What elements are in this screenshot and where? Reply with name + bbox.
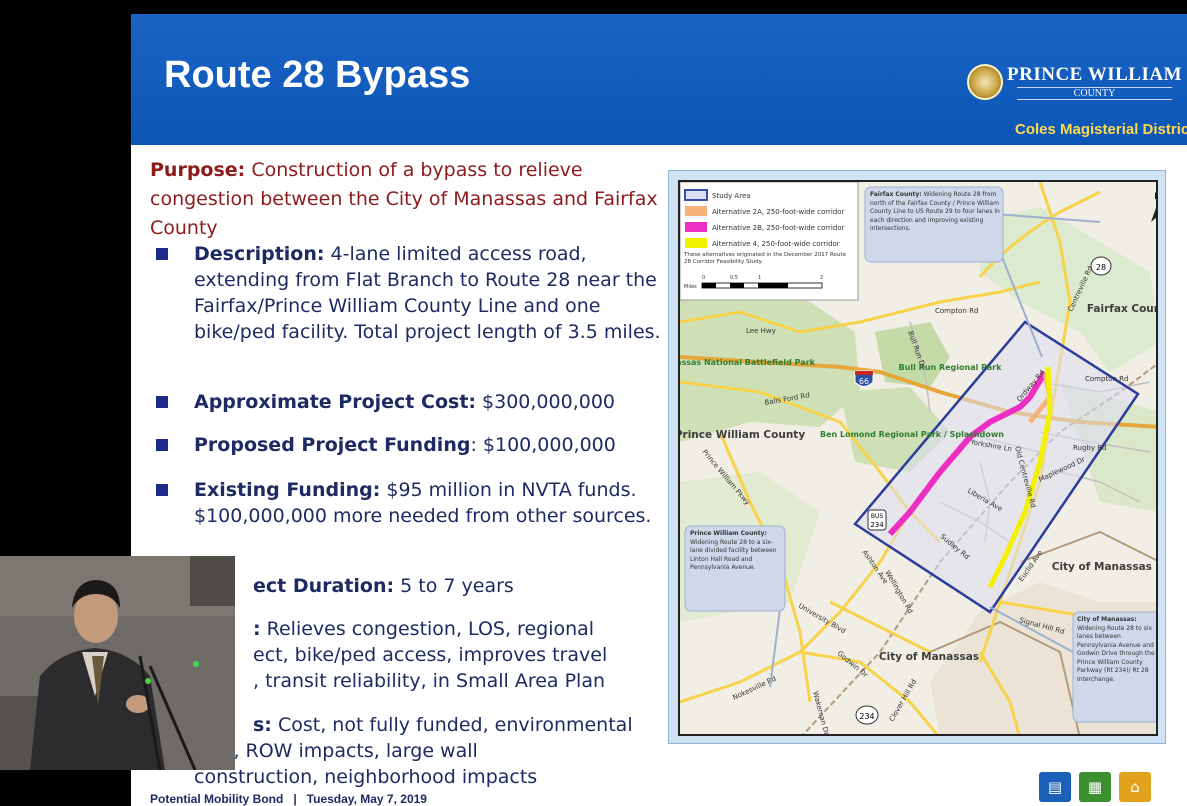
scale-tick: 1 [758,275,761,281]
callout-manassas: City of Manassas: Widening Route 28 to s… [1077,616,1155,683]
legend-item: Alternative 2B, 250-foot-wide corridor [712,224,845,232]
legend-item: Study Area [712,192,751,200]
rugby-label: Rugby Rd [1073,444,1107,452]
logo-sub: COUNTY [1017,87,1173,100]
purpose-label: Purpose: [150,159,246,181]
bullet-square-icon [156,248,168,260]
presenter-video [0,556,235,770]
bullet-label: Proposed Project Funding [194,434,471,456]
bullet-square-icon [156,484,168,496]
callout-fairfax: Fairfax County: Widening Route 28 from n… [870,191,1000,232]
logo-name: PRINCE WILLIAM [1007,64,1183,85]
route-234-shield-label: 234 [859,712,874,721]
bullet-label: s: [253,714,272,736]
slide: Route 28 Bypass PRINCE WILLIAM COUNTY Co… [131,14,1187,806]
bullet-label: Existing Funding: [194,479,381,501]
spreadsheet-icon: ▦ [1079,772,1111,802]
bullet-square-icon [156,396,168,408]
county-logo: PRINCE WILLIAM COUNTY [967,64,1182,100]
bus-label: BUS [871,513,884,520]
manassas-city-label: City of Manassas [879,651,979,663]
legend-item: Alternative 2A, 250-foot-wide corridor [712,208,845,216]
transit-bus-icon: ▤ [1039,772,1071,802]
battlefield-label: Manassas National Battlefield Park [680,358,816,367]
county-seal-icon [967,64,1003,100]
district-label: Coles Magisterial District [1015,121,1187,138]
bullet-text: : $100,000,000 [470,434,616,456]
scale-tick: 0 [702,275,705,281]
purpose-text: Purpose: Construction of a bypass to rel… [150,156,670,243]
bullet-label: Description: [194,243,325,265]
fairfax-county-label: Fairfax County [1087,303,1158,315]
scale-tick: 2 [820,275,823,281]
scale-unit: Miles [684,284,697,290]
map-figure: 66 28 BUS 234 234 Fairfax County [668,170,1166,744]
legend-item: Alternative 4, 250-foot-wide corridor [712,240,840,248]
bullet-label: : [253,618,261,640]
government-building-icon: ⌂ [1119,772,1151,802]
bullet-label: ect Duration: [253,575,395,597]
bull-run-label: Bull Run Regional Park [899,363,1003,372]
slide-title: Route 28 Bypass [164,54,471,96]
prince-william-label: Prince William County [680,429,805,441]
legend-note: These alternatives originated in the Dec… [684,252,846,265]
bus-234-shield-label: 234 [870,521,884,529]
map-legend: Study Area Alternative 2A, 250-foot-wide… [680,182,859,301]
bullet-text: $300,000,000 [476,391,616,413]
route-28-shield-label: 28 [1096,263,1106,272]
bullet-square-icon [156,439,168,451]
compton-rd-label: Compton Rd [935,307,978,315]
north-label: N [1154,192,1158,202]
route-28-map: 66 28 BUS 234 234 Fairfax County [678,180,1158,736]
ben-lomond-label: Ben Lomond Regional Park / Splashdown [820,430,1004,439]
footer-icons: ▤ ▦ ⌂ [1039,772,1151,802]
title-banner: Route 28 Bypass PRINCE WILLIAM COUNTY Co… [131,14,1187,145]
footer-text: Potential Mobility Bond | Tuesday, May 7… [150,792,427,806]
scale-tick: 0.5 [730,275,738,281]
manassas-park-label: City of Manassas Park [1052,561,1158,573]
lee-hwy-label: Lee Hwy [746,327,776,335]
bullet-text: 5 to 7 years [394,575,514,597]
i66-shield-label: 66 [859,377,869,386]
callout-prince-william: Prince William County: Widening Route 28… [690,530,777,571]
compton-rd-label-2: Compton Rd [1085,375,1128,383]
bullet-label: Approximate Project Cost: [194,391,476,413]
bullet-text: Relieves congestion, LOS, regional ect, … [253,618,608,692]
